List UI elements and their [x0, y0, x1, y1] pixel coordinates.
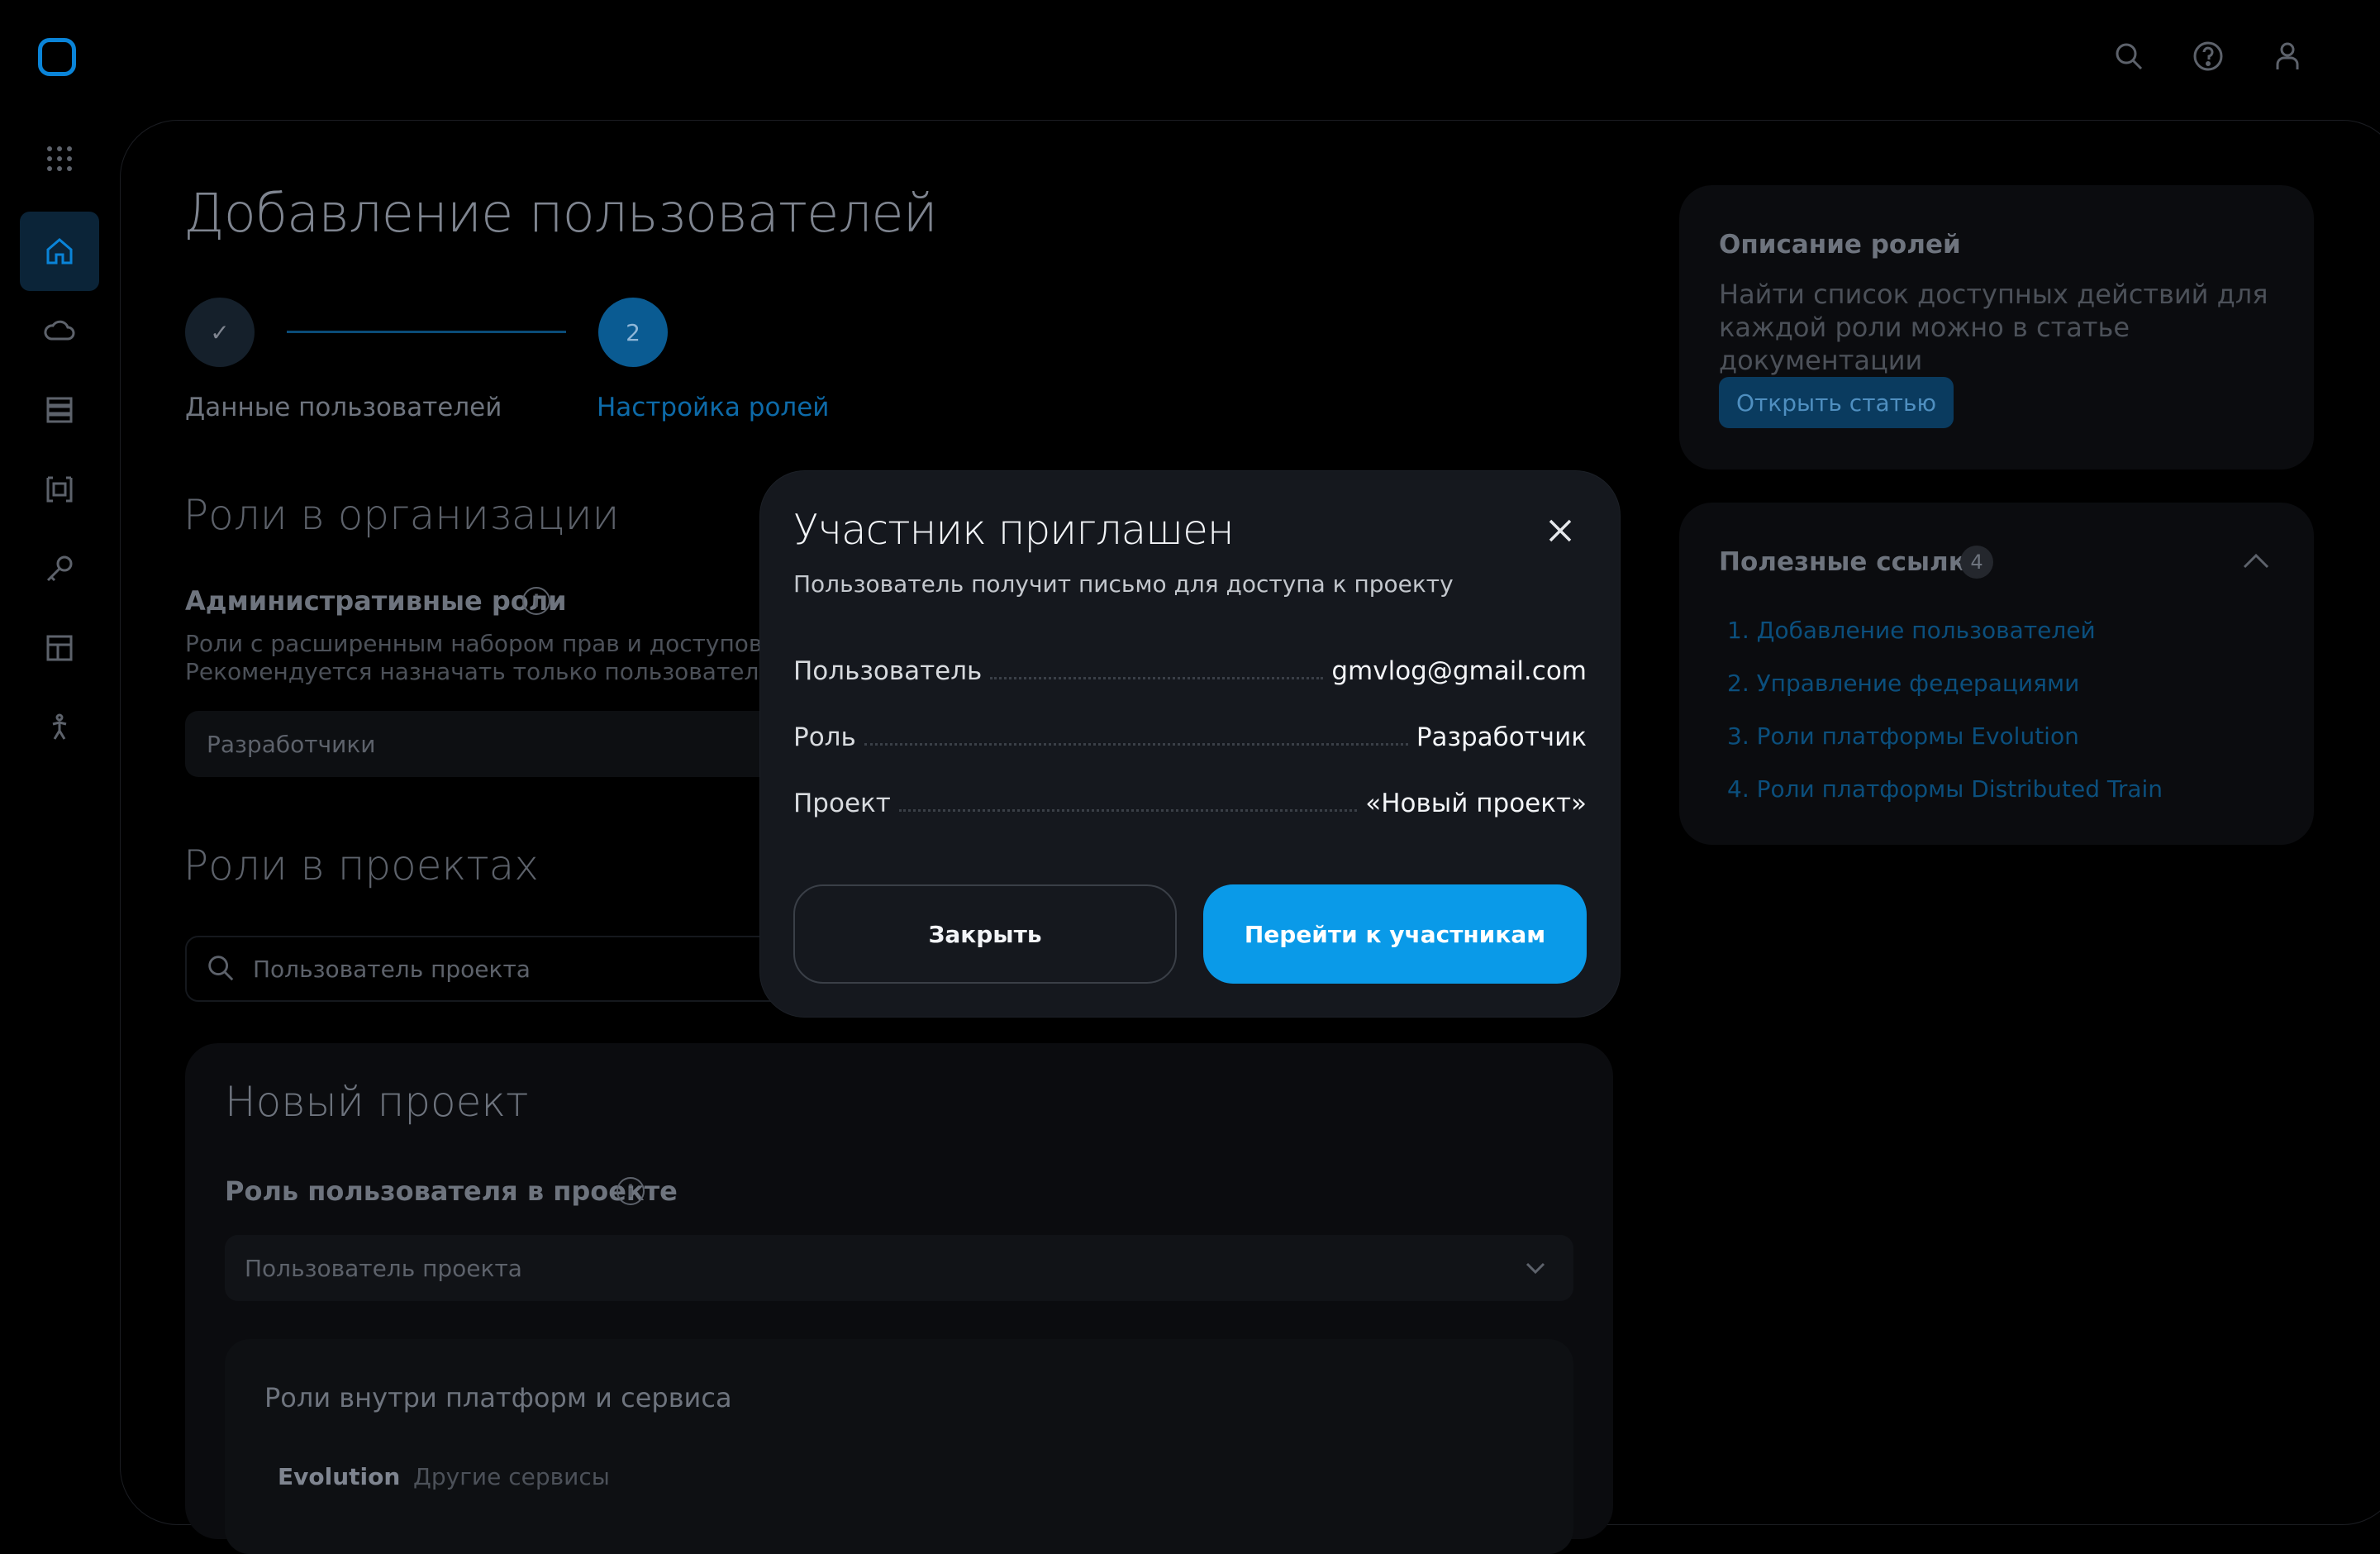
page-title: Добавление пользователей	[183, 184, 938, 245]
admin-roles-title: Административные роли	[185, 585, 567, 617]
step-1-label[interactable]: Данные пользователей	[185, 393, 502, 422]
open-article-button[interactable]: Открыть статью	[1719, 377, 1954, 428]
app-logo[interactable]	[38, 38, 76, 76]
tab-other-services[interactable]: Другие сервисы	[413, 1463, 610, 1490]
project-role-title: Роль пользователя в проекте	[225, 1175, 678, 1207]
help-icon[interactable]	[2190, 38, 2226, 74]
cloud-icon[interactable]	[20, 291, 99, 370]
row-key: Пользователь	[793, 656, 983, 686]
close-button[interactable]: Закрыть	[793, 884, 1177, 984]
info-icon[interactable]: i	[616, 1177, 645, 1205]
modal-subtitle: Пользователь получит письмо для доступа …	[793, 570, 1454, 598]
step-2-label[interactable]: Настройка ролей	[597, 393, 829, 422]
accessibility-icon[interactable]	[20, 688, 99, 767]
useful-link-3[interactable]: 3. Роли платформы Evolution	[1727, 722, 2079, 750]
row-key: Проект	[793, 789, 891, 818]
admin-roles-description: Роли с расширенным набором прав и доступ…	[185, 630, 819, 686]
database-icon[interactable]	[20, 370, 99, 450]
admin-desc-line-2: Рекомендуется назначать только пользоват…	[185, 658, 820, 685]
useful-link-4[interactable]: 4. Роли платформы Distributed Train	[1727, 775, 2163, 803]
chevron-up-icon[interactable]	[2241, 549, 2271, 574]
row-dots	[990, 677, 1324, 679]
step-1-indicator[interactable]: ✓	[185, 298, 255, 367]
tab-evolution[interactable]: Evolution	[278, 1463, 400, 1490]
go-to-participants-button[interactable]: Перейти к участникам	[1203, 884, 1587, 984]
stepper-line	[287, 331, 566, 333]
project-name: Новый проект	[225, 1078, 529, 1126]
home-icon[interactable]	[20, 212, 99, 291]
layout-icon[interactable]	[20, 608, 99, 688]
modal-row-user: Пользователь gmvlog@gmail.com	[793, 650, 1587, 686]
useful-link-1[interactable]: 1. Добавление пользователей	[1727, 617, 2096, 644]
project-role-select[interactable]: Пользователь проекта	[225, 1235, 1573, 1301]
useful-link-2[interactable]: 2. Управление федерациями	[1727, 670, 2079, 697]
modal-row-project: Проект «Новый проект»	[793, 782, 1587, 818]
admin-roles-select[interactable]: Разработчики	[185, 711, 830, 777]
step-2-indicator[interactable]: 2	[598, 298, 668, 367]
close-icon[interactable]	[1544, 514, 1577, 547]
row-dots	[864, 743, 1408, 746]
frame-icon[interactable]	[20, 450, 99, 529]
info-icon[interactable]: i	[522, 587, 550, 615]
modal-row-role: Роль Разработчик	[793, 716, 1587, 752]
key-icon[interactable]	[20, 529, 99, 608]
apps-grid-icon[interactable]	[20, 119, 99, 198]
modal-title: Участник приглашен	[793, 506, 1235, 554]
platform-roles-card	[225, 1339, 1573, 1554]
org-roles-title: Роли в организации	[183, 491, 620, 539]
user-icon[interactable]	[2269, 38, 2306, 74]
row-dots	[898, 809, 1358, 812]
roles-description-title: Описание ролей	[1719, 230, 1961, 260]
platform-roles-title: Роли внутри платформ и сервиса	[264, 1382, 732, 1413]
row-value: gmvlog@gmail.com	[1331, 656, 1587, 686]
search-icon	[205, 952, 236, 984]
row-value: «Новый проект»	[1365, 789, 1587, 818]
row-value: Разработчик	[1416, 722, 1587, 752]
project-user-search-input[interactable]: Пользователь проекта	[185, 936, 830, 1002]
admin-desc-line-1: Роли с расширенным набором прав и доступ…	[185, 630, 799, 657]
roles-description-text: Найти список доступных действий для кажд…	[1719, 279, 2268, 376]
links-count-badge: 4	[1960, 546, 1993, 579]
useful-links-title: Полезные ссылки	[1719, 547, 1984, 577]
project-roles-title: Роли в проектах	[183, 841, 539, 889]
row-key: Роль	[793, 722, 856, 752]
search-icon[interactable]	[2111, 38, 2147, 74]
chevron-down-icon[interactable]	[1522, 1255, 1549, 1281]
